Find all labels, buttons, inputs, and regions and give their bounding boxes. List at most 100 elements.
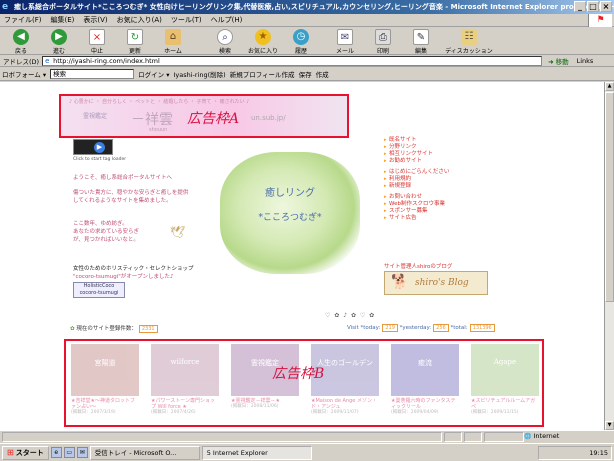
menu-link[interactable]: 利用規約 — [384, 176, 494, 183]
scroll-thumb[interactable] — [605, 92, 614, 302]
ad-b-thumbnail-title: Agape — [493, 358, 517, 366]
task-outlook[interactable]: 受信トレイ - Microsoft O... — [89, 445, 200, 460]
login-button[interactable]: ログイン ▾ — [138, 69, 169, 79]
discuss-button[interactable]: ☷ ディスカッション — [440, 28, 498, 55]
create-button[interactable]: 作成 — [316, 69, 329, 79]
edit-button[interactable]: ✎ 編集 — [402, 28, 440, 55]
forward-button[interactable]: ▶ 進む — [40, 28, 78, 55]
blog-banner[interactable]: 🐕 shiro's Blog — [384, 271, 488, 295]
iyashi-ring-button[interactable]: Iyashi-ring(削除) — [173, 69, 225, 79]
menu-link[interactable]: Web制作スクロウ事業 — [384, 201, 494, 208]
menu-link[interactable]: お問い合わせ — [384, 194, 494, 201]
task-ie[interactable]: 5 Internet Explorer — [201, 445, 312, 460]
blog-caption[interactable]: サイト管理人shiroのブログ — [384, 262, 452, 270]
menu-link[interactable]: スポンサー募集 — [384, 208, 494, 215]
ad-a-categories: ♪ 心豊かに ・ 自分らしく ・ ペットと ・ 結婚したら ・ 子育て ・ 癒さ… — [69, 99, 250, 105]
back-arrow-icon: ◀ — [13, 29, 29, 45]
clock[interactable]: 19:15 — [589, 449, 608, 457]
mail-button[interactable]: ✉ メール — [326, 28, 364, 55]
scroll-down-arrow-icon[interactable]: ▼ — [605, 421, 614, 430]
save-button[interactable]: 保存 — [299, 69, 312, 79]
site-menu: 既名サイト分野リンク相互リンクサイトお勧めサイトはじめにごらんください利用規約新… — [384, 137, 494, 222]
menu-file[interactable]: ファイル(F) — [4, 15, 42, 25]
quicklaunch-ie-icon[interactable]: e — [50, 447, 62, 458]
vertical-scrollbar[interactable]: ▲ ▼ — [604, 82, 614, 430]
menu-link[interactable]: 相互リンクサイト — [384, 151, 494, 158]
printer-icon: ⎙ — [375, 29, 391, 45]
quicklaunch-desktop-icon[interactable]: ▭ — [63, 447, 75, 458]
ad-b-item[interactable]: Agape ★スピリチュアルルームアガペ (掲載日：2009/11/15) — [471, 344, 539, 416]
intro-line-1: 傷ついた貴方に、穏やかな安らぎと癒しを提供 — [73, 190, 189, 196]
address-bar: アドレス(D) http://iyashi-ring.com/index.htm… — [0, 55, 614, 67]
ad-b-thumbnail[interactable]: 癒流 — [391, 344, 459, 396]
favorites-button[interactable]: ★ お気に入り — [244, 28, 282, 55]
menu-tools[interactable]: ツール(T) — [171, 15, 202, 25]
window-titlebar[interactable]: e 癒し系総合ポータルサイト*こころつむぎ* 女性向けヒーリングリンク集,代替医… — [0, 0, 614, 14]
hero-logo: 癒しリング *こころつむぎ* — [220, 152, 360, 274]
history-button[interactable]: ◷ 履歴 — [282, 28, 320, 55]
menu-link[interactable]: 既名サイト — [384, 137, 494, 144]
links-button[interactable]: Links — [569, 57, 594, 65]
ad-b-thumbnail[interactable]: 宮陽道 — [71, 344, 139, 396]
menu-link[interactable]: 新規登録 — [384, 183, 494, 190]
ad-b-date: (掲載日：2009/11/07) — [311, 410, 359, 415]
internet-zone: Internet — [524, 432, 559, 440]
address-input[interactable]: http://iyashi-ring.com/index.html — [42, 55, 543, 66]
ad-b-date: (掲載日：2008/11/06) — [231, 404, 279, 409]
menu-link[interactable]: お勧めサイト — [384, 158, 494, 165]
print-button[interactable]: ⎙ 印刷 — [364, 28, 402, 55]
ad-b-thumbnail[interactable]: wilforce — [151, 344, 219, 396]
ad-b-item[interactable]: 宮陽道 ★吉祥堂★～神道タロットファン占い～ (掲載日：2007/3/19) — [71, 344, 139, 416]
ad-b-caption[interactable]: ★パワーストーン専門ショップ Will force ★ — [151, 398, 219, 410]
stop-icon: × — [89, 29, 105, 45]
go-button[interactable]: ➜ 移動 — [542, 56, 569, 66]
menu-link[interactable]: サイト広告 — [384, 215, 494, 222]
start-button[interactable]: スタート — [2, 445, 49, 460]
search-button[interactable]: ⌕ 検索 — [206, 28, 244, 55]
ad-b-thumbnail-title: 癒流 — [418, 359, 432, 367]
roboform-search-select[interactable]: 検索 — [50, 69, 135, 79]
ad-b-caption[interactable]: ★スピリチュアルルームアガペ — [471, 398, 539, 410]
ad-b-thumbnail[interactable]: Agape — [471, 344, 539, 396]
menu-favorites[interactable]: お気に入り(A) — [117, 15, 162, 25]
ad-b-item[interactable]: 癒流 ★曼荼羅六時のファンタスティックリール (掲載日：2009/04/09) — [391, 344, 459, 416]
quicklaunch-outlook-icon[interactable]: ✉ — [76, 447, 88, 458]
ad-banner-b: 宮陽道 ★吉祥堂★～神道タロットファン占い～ (掲載日：2007/3/19) wilf… — [64, 339, 544, 427]
holistic-logo[interactable]: HolisticCoco cocoro-tsumugi — [73, 282, 125, 298]
taskbar: スタート e ▭ ✉ 受信トレイ - Microsoft O... 5 Inte… — [0, 443, 614, 461]
window-title: 癒し系総合ポータルサイト*こころつむぎ* 女性向けヒーリングリンク集,代替医療,… — [14, 3, 614, 11]
toolbar: ◀ 戻る ▶ 進む × 中止 ↻ 更新 ⌂ ホーム ⌕ 検索 ★ お気に入り ◷… — [0, 28, 614, 55]
close-button[interactable]: × — [600, 1, 612, 12]
ie-icon: e — [2, 2, 9, 12]
menu-edit[interactable]: 編集(E) — [51, 15, 75, 25]
ad-b-caption[interactable]: ★吉祥堂★～神道タロットファン占い～ — [71, 398, 139, 410]
home-button[interactable]: ⌂ ホーム — [154, 28, 192, 55]
new-profile-button[interactable]: 新規プロフィール作成 — [230, 69, 295, 79]
ad-b-date: (掲載日：2007/3/19) — [71, 410, 116, 415]
ad-b-caption[interactable]: ★Maison de Ange メゾン・ド・アンジュ — [311, 398, 379, 410]
windows-logo-icon: ⚑ — [588, 14, 612, 27]
player-caption: Click to start tag loader — [73, 157, 127, 162]
refresh-button[interactable]: ↻ 更新 — [116, 28, 154, 55]
ad-b-thumbnail-title: wilforce — [170, 358, 200, 366]
music-player[interactable]: ▶ — [73, 139, 113, 155]
stop-button[interactable]: × 中止 — [78, 28, 116, 55]
ad-b-caption[interactable]: ★曼荼羅六時のファンタスティックリール — [391, 398, 459, 410]
menu-view[interactable]: 表示(V) — [83, 15, 107, 25]
holistic-announcement: 女性のためのホリスティック・セレクトショップ "cocoro-tsumugi"が… — [73, 266, 194, 281]
roboform-toolbar: ロボフォーム ▾ 検索 ログイン ▾ Iyashi-ring(削除) 新規プロフ… — [0, 68, 614, 81]
minimize-button[interactable]: _ — [574, 1, 586, 12]
status-text — [2, 431, 442, 442]
menu-help[interactable]: ヘルプ(H) — [211, 15, 243, 25]
menu-link[interactable]: はじめにごらんください — [384, 169, 494, 176]
ad-banner-a[interactable]: ♪ 心豊かに ・ 自分らしく ・ ペットと ・ 結婚したら ・ 子育て ・ 癒さ… — [59, 94, 349, 138]
ad-b-item[interactable]: wilforce ★パワーストーン専門ショップ Will force ★ (掲載日：… — [151, 344, 219, 416]
scroll-up-arrow-icon[interactable]: ▲ — [605, 82, 614, 91]
maximize-button[interactable]: □ — [587, 1, 599, 12]
holistic-shop-link[interactable]: "cocoro-tsumugi"がオープンしました♪ — [73, 273, 194, 281]
back-button[interactable]: ◀ 戻る — [2, 28, 40, 55]
ad-b-date: (掲載日：2009/04/09) — [391, 410, 439, 415]
dog-icon: 🐕 — [391, 274, 409, 290]
menu-link[interactable]: 分野リンク — [384, 144, 494, 151]
roboform-button[interactable]: ロボフォーム ▾ — [2, 69, 46, 79]
